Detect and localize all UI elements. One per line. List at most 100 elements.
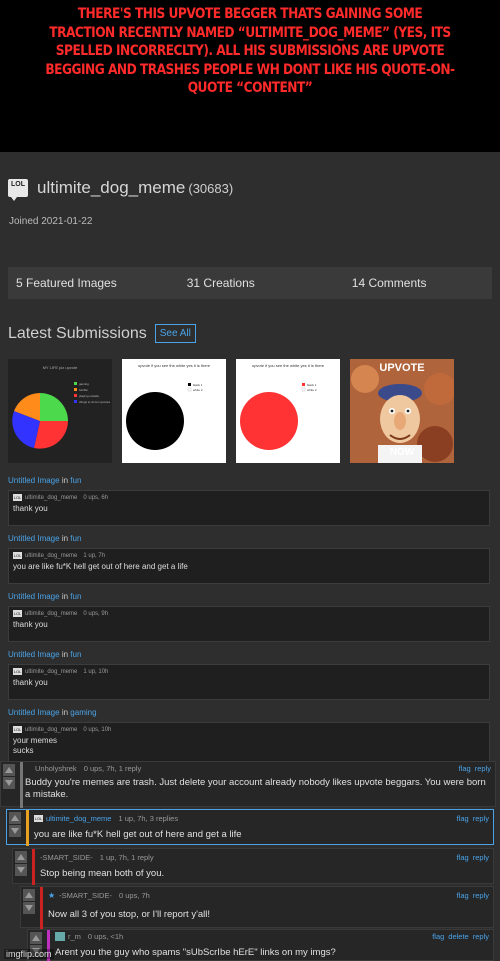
downvote-arrow-icon[interactable] [23, 902, 35, 914]
meme-caption: There's this upvote begger thats gaining… [0, 0, 500, 152]
profile-username[interactable]: ultimite_dog_meme [37, 178, 185, 198]
thread-stripe [26, 810, 29, 846]
pie-slice-playing-outside [34, 421, 68, 449]
meme-bottom-text: NOW [389, 447, 415, 458]
legend-label: playing outside [79, 394, 99, 398]
reply-link[interactable]: reply [473, 891, 489, 900]
legend-label: white 2 [193, 388, 203, 392]
entry-link-5: Untitled Image in gaming [8, 708, 97, 717]
stream-link[interactable]: gaming [70, 708, 96, 717]
pie-slice-gaming [40, 393, 68, 421]
image-link[interactable]: Untitled Image [8, 592, 60, 601]
downvote-arrow-icon[interactable] [9, 825, 21, 837]
reply-link[interactable]: reply [475, 764, 491, 773]
legend-label: black 1 [307, 383, 317, 387]
submission-thumb-upvote-now[interactable]: UPVOTE NOW [350, 359, 454, 463]
flag-link[interactable]: flag [432, 932, 444, 941]
comment-user[interactable]: ultimite_dog_meme [25, 553, 77, 559]
comment-entry: LOL ultimite_dog_meme 1 up, 7h you are lik… [8, 548, 490, 584]
comment-text: Now all 3 of you stop, or I'll report y'… [48, 909, 211, 920]
flag-link[interactable]: flag [457, 891, 469, 900]
lol-badge-icon: LOL [13, 668, 22, 675]
profile-points: (30683) [188, 180, 234, 196]
image-link[interactable]: Untitled Image [8, 708, 60, 717]
legend-label: black 1 [193, 383, 203, 387]
comment-user[interactable]: -SMART_SIDE- [40, 853, 93, 862]
comment-user[interactable]: ultimite_dog_meme [25, 611, 77, 617]
downvote-arrow-icon[interactable] [3, 777, 15, 789]
imgflip-watermark: imgflip.com [4, 949, 54, 959]
flag-link[interactable]: flag [457, 814, 469, 823]
profile-stats-bar: 5 Featured Images 31 Creations 14 Commen… [8, 267, 492, 299]
stream-link[interactable]: fun [70, 476, 81, 485]
legend-label: gaming [79, 382, 89, 386]
thread-stripe [20, 762, 23, 808]
downvote-arrow-icon[interactable] [15, 864, 27, 876]
lol-badge-icon: LOL [13, 552, 22, 559]
upvote-arrow-icon[interactable] [23, 889, 35, 901]
avatar [55, 932, 65, 941]
thread-comment: LOL ultimite_dog_meme 1 up, 7h, 3 replies … [6, 809, 494, 846]
stream-link[interactable]: fun [70, 650, 81, 659]
delete-link[interactable]: delete [448, 932, 468, 941]
flag-link[interactable]: flag [457, 853, 469, 862]
stat-featured-images[interactable]: 5 Featured Images [16, 276, 117, 290]
thread-comment: -SMART_SIDE- 1 up, 7h, 1 reply flag reply … [12, 848, 494, 885]
comment-user[interactable]: Unholyshrek [35, 764, 77, 773]
reply-link[interactable]: reply [473, 853, 489, 862]
upvote-arrow-icon[interactable] [30, 932, 42, 944]
image-link[interactable]: Untitled Image [8, 650, 60, 659]
reply-link[interactable]: reply [473, 814, 489, 823]
comment-user[interactable]: ultimite_dog_meme [25, 727, 77, 733]
comment-user[interactable]: ultimite_dog_meme [46, 814, 111, 823]
lol-badge-icon: LOL [13, 494, 22, 501]
circle-chart: black 1 white 2 [240, 383, 317, 450]
see-all-button[interactable]: See All [154, 324, 196, 343]
comment-entry: LOL ultimite_dog_meme 0 ups, 10h your meme… [8, 722, 490, 762]
latest-submissions-header: Latest Submissions See All [8, 324, 196, 343]
meme-top-text: UPVOTE [379, 362, 425, 374]
comment-entry: LOL ultimite_dog_meme 0 ups, 6h thank you [8, 490, 490, 526]
reply-link[interactable]: reply [473, 932, 489, 941]
comment-user[interactable]: -SMART_SIDE- [59, 891, 112, 900]
image-link[interactable]: Untitled Image [8, 476, 60, 485]
thread-stripe [40, 887, 43, 929]
comment-text: Stop being mean both of you. [40, 868, 165, 879]
comment-user[interactable]: ultimite_dog_meme [25, 669, 77, 675]
latest-submissions-title: Latest Submissions [8, 324, 147, 342]
comment-entry: LOL ultimite_dog_meme 0 ups, 9h thank you [8, 606, 490, 642]
submission-thumb-red-circle[interactable]: upvote if you see the white yes it is th… [236, 359, 340, 463]
comment-user[interactable]: ultimite_dog_meme [25, 495, 77, 501]
stream-link[interactable]: fun [70, 592, 81, 601]
stat-creations[interactable]: 31 Creations [187, 276, 255, 290]
submission-thumbnails: MY LIFE plz upvote gaming fun/life playi… [8, 359, 464, 463]
profile-header: LOL ultimite_dog_meme (30683) [8, 178, 234, 201]
submission-thumb-black-circle[interactable]: upvote if you see the white yes it is th… [122, 359, 226, 463]
comment-entry: LOL ultimite_dog_meme 1 up, 10h thank you [8, 664, 490, 700]
upvote-arrow-icon[interactable] [9, 812, 21, 824]
comment-text: Buddy you're memes are trash. Just delet… [25, 777, 486, 800]
lol-badge-icon: LOL [13, 610, 22, 617]
submission-thumb-pie[interactable]: MY LIFE plz upvote gaming fun/life playi… [8, 359, 112, 463]
thread-comment: ★ -SMART_SIDE- 0 ups, 7h flag reply Now all… [20, 886, 494, 929]
image-link[interactable]: Untitled Image [8, 534, 60, 543]
joined-date: Joined 2021-01-22 [9, 216, 93, 227]
stat-comments[interactable]: 14 Comments [352, 276, 427, 290]
caption-text: There's this upvote begger thats gaining… [45, 6, 455, 97]
entry-link-3: Untitled Image in fun [8, 592, 82, 601]
legend-label: white 2 [307, 388, 317, 392]
thread-stripe [32, 849, 35, 885]
circle-chart: black 1 white 2 [126, 383, 203, 450]
legend-label: fun/life [79, 388, 88, 392]
lol-badge-icon: LOL [8, 179, 28, 201]
upvote-arrow-icon[interactable] [15, 851, 27, 863]
entry-link-2: Untitled Image in fun [8, 534, 82, 543]
entry-link-4: Untitled Image in fun [8, 650, 82, 659]
pie-chart: gaming fun/life playing outside things t… [12, 382, 111, 449]
upvote-arrow-icon[interactable] [3, 764, 15, 776]
legend-label: things to do for upvotes [79, 400, 111, 404]
comment-user[interactable]: r_m [68, 932, 81, 941]
stream-link[interactable]: fun [70, 534, 81, 543]
flag-link[interactable]: flag [459, 764, 471, 773]
comment-text: Arent you the guy who spams "sUbScrIbe h… [55, 947, 336, 958]
